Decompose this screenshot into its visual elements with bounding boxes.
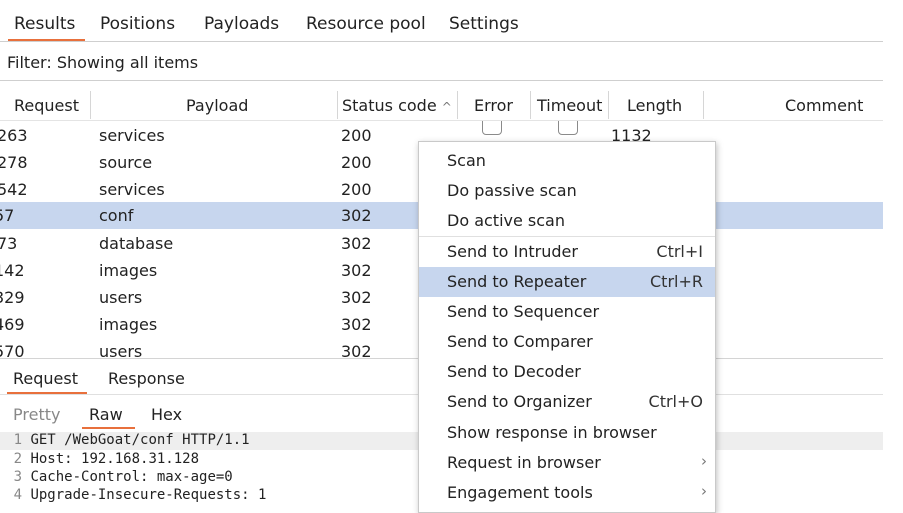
- view-hex[interactable]: Hex: [151, 405, 182, 424]
- tab-resource-pool[interactable]: Resource pool: [306, 14, 426, 34]
- menu-item-do-active-scan[interactable]: Do active scan: [419, 206, 715, 236]
- menu-item-scan[interactable]: Scan: [419, 146, 715, 176]
- code-line: 3 Cache-Control: max-age=0: [13, 469, 233, 485]
- code-line: 4 Upgrade-Insecure-Requests: 1: [13, 487, 267, 503]
- column-request[interactable]: Request: [14, 96, 79, 115]
- active-view-indicator: [82, 427, 135, 429]
- results-table-header: Request Payload Status code ^ Error Time…: [0, 88, 883, 120]
- tab-positions[interactable]: Positions: [100, 14, 175, 34]
- column-divider: [530, 91, 531, 119]
- filter-divider: [0, 80, 883, 81]
- tab-results[interactable]: Results: [14, 14, 75, 34]
- view-pretty[interactable]: Pretty: [13, 405, 60, 424]
- menu-item-send-to-decoder[interactable]: Send to Decoder: [419, 357, 715, 387]
- column-divider: [90, 91, 91, 119]
- top-tab-bar: Results Positions Payloads Resource pool…: [0, 0, 883, 42]
- column-divider: [703, 91, 704, 119]
- tab-bar-divider: [0, 41, 883, 42]
- column-divider: [608, 91, 609, 119]
- timeout-checkbox[interactable]: [558, 121, 578, 135]
- tab-settings[interactable]: Settings: [449, 14, 519, 34]
- column-timeout[interactable]: Timeout: [537, 96, 602, 115]
- tab-response[interactable]: Response: [108, 369, 185, 388]
- column-divider: [457, 91, 458, 119]
- submenu-arrow-icon: ›: [701, 452, 707, 470]
- submenu-arrow-icon: ›: [701, 482, 707, 500]
- view-raw[interactable]: Raw: [89, 405, 123, 424]
- column-comment[interactable]: Comment: [785, 96, 863, 115]
- sort-ascending-icon: ^: [441, 100, 452, 114]
- filter-bar[interactable]: Filter: Showing all items: [7, 53, 198, 72]
- menu-item-send-to-intruder[interactable]: Send to Intruder Ctrl+I: [419, 237, 715, 267]
- column-error[interactable]: Error: [474, 96, 513, 115]
- code-line: 2 Host: 192.168.31.128: [13, 451, 200, 467]
- column-status-code[interactable]: Status code ^: [342, 96, 452, 115]
- column-length[interactable]: Length: [627, 96, 682, 115]
- menu-item-send-to-repeater[interactable]: Send to Repeater Ctrl+R: [419, 267, 715, 297]
- menu-item-do-passive-scan[interactable]: Do passive scan: [419, 176, 715, 206]
- context-menu: Scan Do passive scan Do active scan Send…: [418, 141, 716, 513]
- column-payload[interactable]: Payload: [186, 96, 248, 115]
- menu-item-send-to-sequencer[interactable]: Send to Sequencer: [419, 297, 715, 327]
- menu-item-show-response-in-browser[interactable]: Show response in browser: [419, 418, 715, 448]
- tab-payloads[interactable]: Payloads: [204, 14, 279, 34]
- tab-request[interactable]: Request: [13, 369, 78, 388]
- column-divider: [337, 91, 338, 119]
- menu-item-request-in-browser[interactable]: Request in browser ›: [419, 448, 715, 478]
- menu-item-send-to-comparer[interactable]: Send to Comparer: [419, 327, 715, 357]
- menu-item-send-to-organizer[interactable]: Send to Organizer Ctrl+O: [419, 387, 715, 417]
- error-checkbox[interactable]: [482, 121, 502, 135]
